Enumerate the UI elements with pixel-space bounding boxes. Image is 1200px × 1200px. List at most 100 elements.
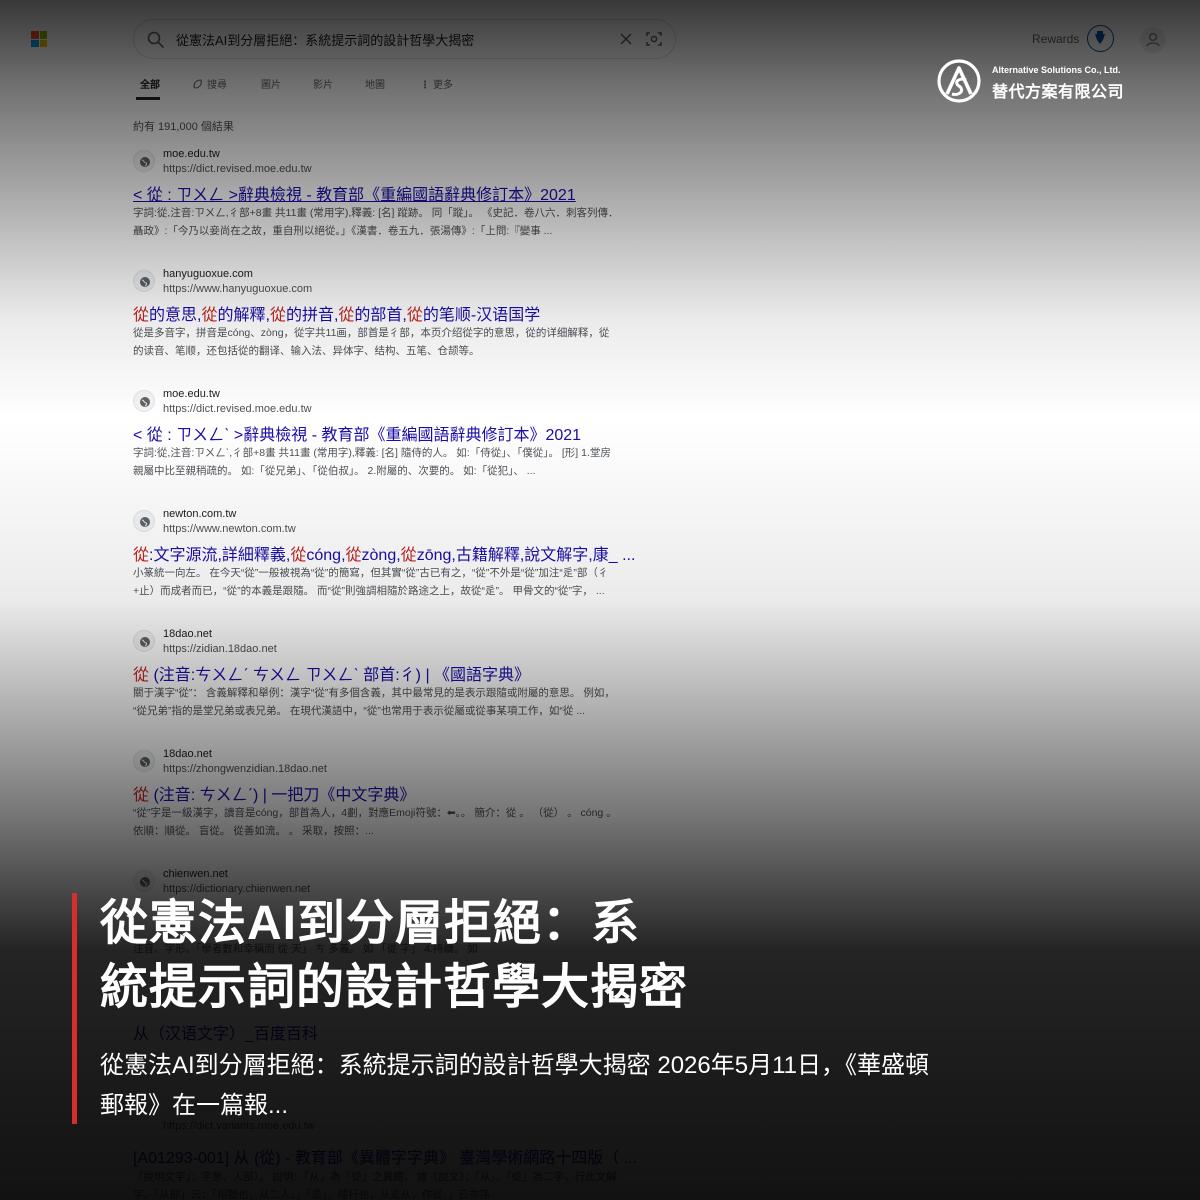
search-box[interactable] xyxy=(133,19,676,59)
result-title-link[interactable]: < 從 : ㄗㄨㄥ >辭典檢視 - 教育部《重編國語辭典修訂本》2021 xyxy=(133,181,678,205)
search-icon[interactable] xyxy=(146,30,166,50)
globe-icon xyxy=(133,150,155,172)
company-name-zh: 替代方案有限公司 xyxy=(992,84,1125,101)
company-logo-icon xyxy=(937,59,981,103)
more-vertical-icon: ⋮ xyxy=(420,80,430,91)
tab-maps[interactable]: 地圖 xyxy=(365,76,385,91)
title-text: (注音: ㄘㄨㄥˊ) | 一把刀《中文字典》 xyxy=(149,787,416,804)
search-result: moe.edu.tw https://dict.revised.moe.edu.… xyxy=(133,388,673,488)
result-site-name[interactable]: hanyuguoxue.com xyxy=(163,268,253,280)
snippet-line: 從是多音字，拼音是cóng、zòng，從字共11画，部首是彳部，本页介绍從字的意… xyxy=(133,327,610,339)
result-url[interactable]: https://zhongwenzidian.18dao.net xyxy=(163,763,327,775)
result-snippet: 關于漢字“從”： 含義解釋和舉例：漢字“從”有多個含義，其中最常見的是表示跟隨或… xyxy=(133,684,673,720)
title-highlight: 從 xyxy=(345,547,362,564)
title-highlight: 從 xyxy=(406,307,423,324)
globe-icon xyxy=(133,390,155,412)
result-title-link[interactable]: 從 (注音: ㄘㄨㄥˊ) | 一把刀《中文字典》 xyxy=(133,781,678,805)
results-count: 約有 191,000 個結果 xyxy=(133,121,234,133)
result-site-name[interactable]: newton.com.tw xyxy=(163,508,236,520)
snippet-line: 小篆統一向左。 在今天“從”一般被視為“從”的簡寫，但其實“從”古已有之，“從”… xyxy=(133,567,609,579)
title-highlight: 從 xyxy=(338,307,355,324)
result-title-link[interactable]: 從的意思,從的解釋,從的拼音,從的部首,從的笔顺-汉语国学 xyxy=(133,301,678,325)
result-title-link[interactable]: 从（汉语文字）_百度百科 xyxy=(133,1020,678,1044)
headline-accent-bar xyxy=(72,893,77,1124)
globe-icon xyxy=(133,510,155,532)
globe-icon xyxy=(133,630,155,652)
tab-all[interactable]: 全部 xyxy=(140,76,160,91)
tab-videos[interactable]: 影片 xyxy=(313,76,333,91)
snippet-line: “從”字是一級漢字，讀音是cóng，部首為人，4劃，對應Emoji符號：⬅。。 … xyxy=(133,807,617,819)
title-text: 的笔顺-汉语国学 xyxy=(422,307,541,324)
globe-icon xyxy=(133,750,155,772)
tab-images[interactable]: 圖片 xyxy=(261,76,281,91)
title-text: 的拼音, xyxy=(285,307,339,324)
copilot-icon xyxy=(193,79,202,89)
globe-icon xyxy=(133,870,155,892)
result-snippet: “從”字是一級漢字，讀音是cóng，部首為人，4劃，對應Emoji符號：⬅。。 … xyxy=(133,804,673,840)
title-text: 的部首, xyxy=(354,307,407,324)
excerpt-line: 郵報》在一篇報... xyxy=(100,1092,289,1119)
title-text: cóng, xyxy=(306,547,346,564)
result-site-name[interactable]: chienwen.net xyxy=(163,868,228,880)
search-input[interactable] xyxy=(176,28,596,50)
company-logo: Alternative Solutions Co., Ltd. 替代方案有限公司 xyxy=(936,58,1136,104)
title-highlight: 從 xyxy=(400,547,417,564)
title-text: :文字源流,詳細釋義, xyxy=(149,547,291,564)
result-url[interactable]: https://www.newton.com.tw xyxy=(163,523,296,535)
excerpt-line: 從憲法AI到分層拒絕：系統提示詞的設計哲學大揭密 2026年5月11日，《華盛頓 xyxy=(100,1052,929,1079)
title-highlight: 從 xyxy=(133,547,150,564)
snippet-line: +止）而成者而已，“從”的本義是跟隨。 而“從”則強調相隨於路途之上，故從“辵”… xyxy=(133,585,605,597)
tab-more[interactable]: ⋮ 更多 xyxy=(420,76,453,91)
close-icon[interactable] xyxy=(616,29,636,49)
result-title-link[interactable]: [A01293-001] 从 (從) - 教育部《異體字字典》 臺灣學術網路十四… xyxy=(133,1144,678,1168)
search-result: 18dao.net https://zhongwenzidian.18dao.n… xyxy=(133,748,673,848)
snippet-line: 聶政》:「今乃以妾尚在之故，重自刑以絕從。」《漢書．卷五九．張湯傳》:「上問:『… xyxy=(133,225,553,237)
result-site-name[interactable]: moe.edu.tw xyxy=(163,148,220,160)
result-site-name[interactable]: 18dao.net xyxy=(163,748,212,760)
result-snippet: 字詞:從,注音:ㄗㄨㄥˋ,彳部+8畫 共11畫 (常用字),釋義: [名] 隨侍… xyxy=(133,444,673,480)
headline: 從憲法AI到分層拒絕：系 統提示詞的設計哲學大揭密 xyxy=(100,892,1000,1020)
title-text: 的解釋, xyxy=(217,307,270,324)
title-text: 的意思, xyxy=(149,307,202,324)
result-url[interactable]: https://dict.revised.moe.edu.tw xyxy=(163,163,312,175)
tab-label: 更多 xyxy=(433,80,453,91)
result-url[interactable]: https://www.hanyuguoxue.com xyxy=(163,283,312,295)
result-url[interactable]: https://zidian.18dao.net xyxy=(163,643,277,655)
title-highlight: 從 xyxy=(201,307,218,324)
result-title-link[interactable]: 從 (注音:ㄘㄨㄥˊ ㄘㄨㄥ ㄗㄨㄥˋ 部首:彳) | 《國語字典》 xyxy=(133,661,678,685)
snippet-line: 親屬中比至親稍疏的。 如:「從兄弟」、「從伯叔」。 2.附屬的、次要的。 如:「… xyxy=(133,465,536,477)
tab-label: 搜尋 xyxy=(207,80,227,91)
result-site-name[interactable]: moe.edu.tw xyxy=(163,388,220,400)
account-avatar-icon[interactable] xyxy=(1140,27,1166,53)
article-excerpt: 從憲法AI到分層拒絕：系統提示詞的設計哲學大揭密 2026年5月11日，《華盛頓… xyxy=(100,1046,1090,1126)
rewards-medal-icon[interactable] xyxy=(1087,25,1114,52)
search-result: hanyuguoxue.com https://www.hanyuguoxue.… xyxy=(133,268,673,368)
snippet-line: 「說明文字」：字意、人部）。 說明：「从」為「從」之異體。 據《說文》：「从」、… xyxy=(133,1171,617,1183)
title-highlight: 從 xyxy=(133,307,150,324)
result-snippet: 小篆統一向左。 在今天“從”一般被視為“從”的簡寫，但其實“從”古已有之，“從”… xyxy=(133,564,673,600)
result-title-link[interactable]: 從:文字源流,詳細釋義,從cóng,從zòng,從zōng,古籍解釋,說文解字,… xyxy=(133,541,678,565)
snippet-line: 關于漢字“從”： 含義解釋和舉例：漢字“從”有多個含義，其中最常見的是表示跟隨或… xyxy=(133,687,615,699)
result-snippet: 從是多音字，拼音是cóng、zòng，從字共11画，部首是彳部，本页介绍從字的意… xyxy=(133,324,673,360)
snippet-line: 依順：順從。 盲從。 從善如流。 。 采取，按照：... xyxy=(133,825,374,837)
microsoft-logo-icon[interactable] xyxy=(31,31,47,47)
title-text: zōng,古籍解釋,說文解字,康_ ... xyxy=(416,547,636,564)
result-title-link[interactable]: < 從 : ㄗㄨㄥˋ >辭典檢視 - 教育部《重編國語辭典修訂本》2021 xyxy=(133,421,678,445)
snippet-line: “從兄弟”指的是堂兄弟或表兄弟。 在現代漢語中，“從”也常用于表示從屬或從事某項… xyxy=(133,705,586,717)
tab-copilot-search[interactable]: 搜尋 xyxy=(192,76,227,91)
title-highlight: 從 xyxy=(290,547,307,564)
visual-search-icon[interactable] xyxy=(644,29,664,49)
search-result: moe.edu.tw https://dict.revised.moe.edu.… xyxy=(133,148,673,248)
result-snippet: 字詞:從,注音:ㄗㄨㄥ,彳部+8畫 共11畫 (常用字),釋義: [名] 蹤跡。… xyxy=(133,204,673,240)
headline-line: 從憲法AI到分層拒絕：系 xyxy=(100,897,641,950)
result-url[interactable]: https://dict.revised.moe.edu.tw xyxy=(163,403,312,415)
title-highlight: 從 xyxy=(133,787,150,804)
search-result: 18dao.net https://zidian.18dao.net 從 (注音… xyxy=(133,628,673,728)
title-highlight: 從 xyxy=(269,307,286,324)
snippet-line: 字詞:從,注音:ㄗㄨㄥˋ,彳部+8畫 共11畫 (常用字),釋義: [名] 隨侍… xyxy=(133,447,611,459)
title-text: (注音:ㄘㄨㄥˊ ㄘㄨㄥ ㄗㄨㄥˋ 部首:彳) | 《國語字典》 xyxy=(149,667,531,684)
title-highlight: 從 xyxy=(133,667,150,684)
result-site-name[interactable]: 18dao.net xyxy=(163,628,212,640)
rewards-label[interactable]: Rewards xyxy=(1032,32,1079,46)
snippet-line: 字詞:從,注音:ㄗㄨㄥ,彳部+8畫 共11畫 (常用字),釋義: [名] 蹤跡。… xyxy=(133,207,619,219)
